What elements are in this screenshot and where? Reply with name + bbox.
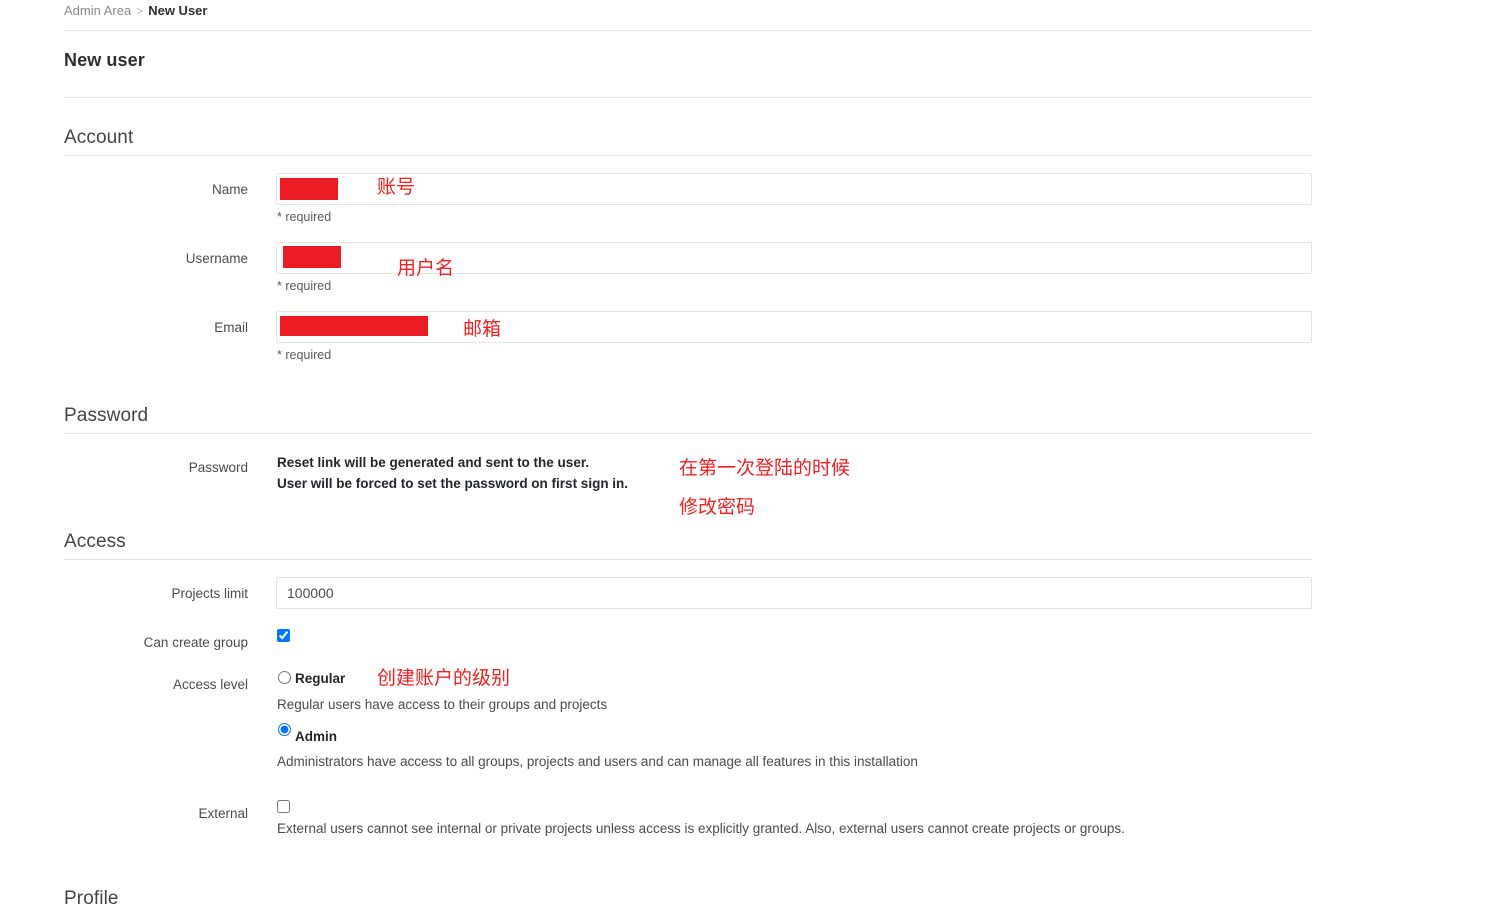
divider-password: [64, 433, 1312, 434]
divider-access: [64, 559, 1312, 560]
password-info-line-2: User will be forced to set the password …: [277, 476, 629, 491]
input-name[interactable]: [276, 173, 1312, 205]
redaction-username-value: [283, 246, 341, 268]
help-name: * required: [277, 210, 332, 224]
section-heading-access: Access: [64, 531, 126, 552]
annotation-access-level: 创建账户的级别: [377, 667, 511, 689]
label-projects-limit: Projects limit: [171, 586, 248, 601]
divider-title: [64, 97, 1312, 98]
radio-access-level-admin[interactable]: [278, 723, 291, 736]
help-username: * required: [277, 279, 332, 293]
divider-breadcrumb: [64, 30, 1312, 31]
input-projects-limit[interactable]: [276, 577, 1312, 609]
help-email: * required: [277, 348, 332, 362]
admin-new-user-page: Admin Area > New User New user Account Nam…: [0, 0, 1487, 913]
label-access-level-admin[interactable]: Admin: [295, 728, 337, 746]
description-external: External users cannot see internal or pr…: [277, 821, 1125, 836]
annotation-password-line-1: 在第一次登陆的时候: [679, 457, 851, 479]
annotation-name: 账号: [377, 176, 416, 198]
label-name: Name: [211, 182, 248, 197]
checkbox-external[interactable]: [277, 800, 290, 813]
label-access-level-regular[interactable]: Regular: [295, 670, 345, 688]
description-access-level-regular: Regular users have access to their group…: [277, 697, 608, 712]
section-heading-account: Account: [64, 127, 134, 148]
label-access-level: Access level: [172, 677, 248, 692]
redaction-email-value: [280, 316, 428, 336]
page-title: New user: [64, 50, 145, 70]
annotation-email: 邮箱: [463, 318, 502, 340]
label-password: Password: [188, 460, 248, 475]
label-email: Email: [214, 320, 248, 335]
checkbox-can-create-group[interactable]: [277, 629, 290, 642]
password-info-line-1: Reset link will be generated and sent to…: [277, 455, 590, 470]
input-email[interactable]: [276, 311, 1312, 343]
breadcrumb-separator-icon: >: [136, 4, 144, 18]
redaction-name-value: [280, 178, 338, 200]
breadcrumb: Admin Area > New User: [64, 2, 207, 20]
radio-access-level-regular[interactable]: [278, 671, 291, 684]
section-heading-profile: Profile: [64, 888, 119, 909]
breadcrumb-current: New User: [148, 3, 208, 18]
annotation-username: 用户名: [397, 257, 455, 279]
label-username: Username: [185, 251, 248, 266]
annotation-password-line-2: 修改密码: [679, 496, 756, 518]
divider-account: [64, 155, 1312, 156]
label-can-create-group: Can create group: [143, 635, 248, 650]
section-heading-password: Password: [64, 405, 149, 426]
breadcrumb-admin-area[interactable]: Admin Area: [64, 3, 131, 18]
description-access-level-admin: Administrators have access to all groups…: [277, 754, 918, 769]
label-external: External: [198, 806, 248, 821]
